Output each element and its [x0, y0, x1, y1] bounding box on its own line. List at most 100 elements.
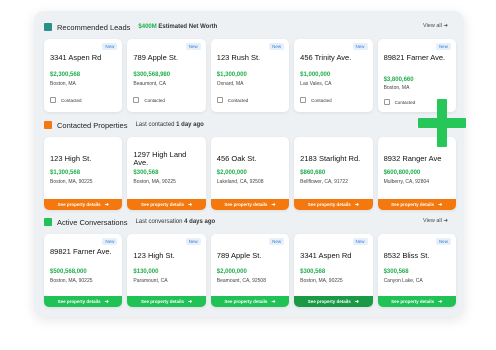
new-badge: New: [352, 238, 368, 245]
contacted-checkbox[interactable]: Contacted: [383, 99, 416, 105]
new-badge: New: [185, 43, 201, 50]
new-badge: New: [102, 43, 118, 50]
see-property-details-button[interactable]: See property details ➜: [377, 199, 456, 210]
arrow-right-icon: ➜: [354, 298, 359, 305]
conversation-card[interactable]: New 8532 Bliss St. $300,568 Canyon Lake,…: [377, 234, 456, 307]
card-price: $2,000,000: [216, 269, 247, 275]
card-address: 456 Trinity Ave.: [300, 53, 352, 62]
button-label: See property details: [224, 299, 268, 304]
card-address: 8932 Ranger Ave: [383, 154, 442, 163]
checkbox-box[interactable]: [133, 97, 140, 103]
conversation-card[interactable]: New 3341 Aspen Rd $300,568 Boston, MA, 9…: [294, 234, 373, 307]
button-label: See property details: [391, 202, 435, 207]
see-property-details-button[interactable]: See property details ➜: [44, 199, 123, 210]
button-label: See property details: [140, 202, 184, 207]
card-address: 789 Apple St.: [216, 251, 262, 260]
property-card[interactable]: 2183 Starlight Rd. $860,680 Bellflower, …: [294, 137, 373, 210]
contacted-checkbox[interactable]: Contacted: [216, 97, 249, 103]
checkbox-box[interactable]: [50, 97, 56, 103]
card-location: Boston, MA, 90225: [300, 278, 343, 284]
see-property-details-button[interactable]: See property details ➜: [210, 199, 290, 210]
card-address: 123 High St.: [50, 154, 92, 163]
lead-card[interactable]: New 3341 Aspen Rd $2,300,568 Boston, MA …: [44, 39, 123, 112]
property-card[interactable]: 8932 Ranger Ave $600,800,000 Mulberry, C…: [377, 137, 456, 210]
checkbox-box[interactable]: [383, 99, 390, 105]
checkbox-label: Contacted: [227, 97, 249, 103]
conversation-card[interactable]: New 89821 Farner Ave. $500,568,000 Bosto…: [44, 234, 123, 307]
lead-card[interactable]: New 789 Apple St. $300,568,980 Beaumont,…: [127, 39, 206, 112]
checkbox-label: Contacted: [394, 99, 416, 105]
section-title: Contacted Properties: [57, 120, 128, 130]
card-location: Mulberry, CA, 92804: [383, 179, 430, 185]
view-all-link[interactable]: View all ➜: [423, 218, 448, 224]
orange-square-icon: [44, 121, 52, 129]
card-price: $130,000: [133, 269, 159, 275]
conversation-card[interactable]: New 123 High St. $130,000 Paramount, CA …: [127, 234, 206, 307]
last-contacted-label: Last contacted: [135, 122, 175, 128]
card-price: $1,300,000: [216, 72, 247, 78]
button-label: See property details: [57, 202, 101, 207]
card-location: Lakeland, CA, 92508: [216, 179, 264, 185]
checkbox-label: Contacted: [311, 97, 332, 103]
card-address: 789 Apple St.: [133, 53, 179, 62]
new-badge: New: [435, 238, 451, 245]
card-address: 3341 Aspen Rd: [50, 53, 102, 62]
section-title: Recommended Leads: [57, 22, 131, 32]
checkbox-box[interactable]: [300, 97, 307, 103]
green-square-icon: [44, 218, 52, 226]
see-property-details-button[interactable]: See property details ➜: [127, 199, 206, 210]
see-property-details-button[interactable]: See property details ➜: [127, 296, 206, 307]
card-address: 89821 Farner Ave.: [50, 247, 112, 256]
card-price: $300,568: [383, 269, 409, 275]
card-location: Canyon Lake, CA: [383, 278, 423, 284]
lead-card[interactable]: New 123 Rush St. $1,300,000 Oxnard, MA C…: [210, 39, 290, 112]
arrow-right-icon: ➜: [438, 201, 443, 208]
last-contacted-value: 1 day ago: [176, 122, 204, 128]
active-conversations-header: Active Conversations Last conversation 4…: [44, 214, 456, 230]
see-property-details-button[interactable]: See property details ➜: [294, 199, 373, 210]
last-conversation: Last conversation 4 days ago: [135, 219, 215, 225]
card-price: $3,800,660: [383, 77, 414, 83]
arrow-right-icon: ➜: [188, 201, 193, 208]
card-address: 2183 Starlight Rd.: [300, 154, 361, 163]
see-property-details-button[interactable]: See property details ➜: [294, 296, 373, 307]
property-card[interactable]: 123 High St. $1,300,568 Boston, MA, 9022…: [44, 137, 123, 210]
card-location: Boston, MA: [50, 81, 76, 87]
conversation-cards: New 89821 Farner Ave. $500,568,000 Bosto…: [44, 234, 456, 307]
card-location: Boston, MA, 90225: [50, 179, 93, 185]
contacted-checkbox[interactable]: Contacted: [50, 97, 82, 103]
button-label: See property details: [224, 202, 268, 207]
see-property-details-button[interactable]: See property details ➜: [377, 296, 456, 307]
card-address: 89821 Farner Ave.: [383, 53, 446, 62]
dashboard-panel: Recommended Leads $400M Estimated Net Wo…: [34, 11, 464, 317]
new-badge: New: [185, 238, 201, 245]
see-property-details-button[interactable]: See property details ➜: [44, 296, 123, 307]
contacted-checkbox[interactable]: Contacted: [300, 97, 332, 103]
new-badge: New: [435, 43, 451, 50]
button-label: See property details: [57, 299, 101, 304]
card-price: $1,300,568: [50, 170, 81, 176]
card-location: Boston, MA, 90225: [50, 278, 93, 284]
teal-square-icon: [44, 23, 52, 31]
checkbox-box[interactable]: [216, 97, 223, 103]
active-conversations-section: Active Conversations Last conversation 4…: [44, 214, 456, 307]
plus-icon: [418, 99, 466, 147]
property-card[interactable]: 1297 High Land Ave. $300,568 Boston, MA,…: [127, 137, 206, 210]
view-all-link[interactable]: View all ➜: [423, 23, 448, 29]
contacted-checkbox[interactable]: Contacted: [133, 97, 165, 103]
arrow-right-icon: ➜: [188, 298, 193, 305]
last-contacted: Last contacted 1 day ago: [135, 122, 203, 128]
see-property-details-button[interactable]: See property details ➜: [210, 296, 290, 307]
lead-card[interactable]: New 456 Trinity Ave. $1,000,000 Las Vale…: [294, 39, 373, 112]
recommended-leads-header: Recommended Leads $400M Estimated Net Wo…: [44, 19, 456, 35]
property-card[interactable]: 456 Oak St. $2,000,000 Lakeland, CA, 925…: [210, 137, 290, 210]
conversation-card[interactable]: New 789 Apple St. $2,000,000 Beamount, C…: [210, 234, 290, 307]
card-location: Boston, MA, 90225: [133, 179, 176, 185]
arrow-right-icon: ➜: [104, 201, 109, 208]
card-price: $300,568,980: [133, 72, 171, 78]
card-address: 8532 Bliss St.: [383, 251, 430, 260]
card-price: $2,000,000: [216, 170, 247, 176]
card-price: $300,568: [300, 269, 326, 275]
arrow-right-icon: ➜: [443, 23, 448, 29]
arrow-right-icon: ➜: [271, 201, 276, 208]
